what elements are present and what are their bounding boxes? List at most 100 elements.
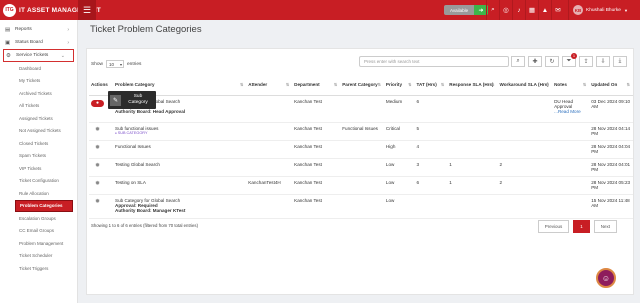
filter-button[interactable]: ⏷ 1 xyxy=(562,53,577,67)
parent-cell xyxy=(340,140,384,159)
parent-cell xyxy=(340,194,384,219)
read-more-link[interactable]: ...Read More xyxy=(554,109,587,114)
sidebar-subitem[interactable]: Problem Management xyxy=(0,237,77,250)
sidebar-subitem[interactable]: CC Email Groups xyxy=(0,225,77,238)
sidebar-item-service-tickets[interactable]: ⚙ Service Tickets ⌄ xyxy=(3,49,74,62)
actions-cell: ✹ xyxy=(89,194,114,219)
gear-icon[interactable]: ✹ xyxy=(95,127,100,133)
gear-icon[interactable]: ✹ xyxy=(95,181,100,187)
table-header-row: Actions Problem Category ⇅ Attender ⇅ Depa… xyxy=(89,75,633,96)
table-row: ✹ Sub functional issuesSUB CATEGORY Kanc… xyxy=(89,122,633,141)
sidebar-subitem[interactable]: Ticket Configuration xyxy=(0,175,77,188)
column-header[interactable]: Response SLA (Hrs) ⇅ xyxy=(447,75,498,96)
response-cell xyxy=(447,122,498,141)
previous-button[interactable]: Previous xyxy=(537,220,570,233)
sidebar-subitem[interactable]: Closed Tickets xyxy=(0,137,77,150)
next-button[interactable]: Next xyxy=(593,220,617,233)
sidebar-item-status-board[interactable]: ▣ Status Board › xyxy=(0,36,77,49)
parent-cell xyxy=(340,158,384,177)
menu-toggle-icon[interactable]: ☰ xyxy=(78,0,96,20)
chat-icon[interactable]: ✉ xyxy=(551,0,564,20)
response-cell xyxy=(447,194,498,219)
page-button-current[interactable]: 1 xyxy=(573,220,590,233)
table-row: ✹ Testing on SLA KanchanTest4H Kanchan T… xyxy=(89,176,633,195)
sidebar-subitem-active[interactable]: Problem Categories xyxy=(15,199,73,212)
column-header[interactable]: Priority ⇅ xyxy=(383,75,415,96)
edit-icon[interactable]: ✎ xyxy=(110,94,121,106)
calendar-icon[interactable]: ▦ xyxy=(525,0,538,20)
sidebar-subitem[interactable]: Spam Tickets xyxy=(0,150,77,163)
actions-cell: ✹ xyxy=(89,176,114,195)
sidebar-subitem[interactable]: Escalation Groups xyxy=(0,212,77,225)
attender-cell xyxy=(246,122,293,141)
sort-icon: ⇅ xyxy=(333,82,338,87)
action-toggle-icon[interactable]: ● xyxy=(91,99,104,107)
chat-assistant-icon[interactable]: ☺ xyxy=(596,268,616,288)
chevron-right-icon: › xyxy=(67,39,69,46)
table-info: Showing 1 to 6 of 6 entries (filtered fr… xyxy=(91,223,198,228)
sub-category-action[interactable]: Sub Category xyxy=(124,94,152,106)
add-button[interactable]: ✚ xyxy=(528,56,542,67)
column-header-label: TAT (Hrs) xyxy=(416,82,437,88)
workaround-cell: 2 xyxy=(497,158,553,177)
gear-icon[interactable]: ✹ xyxy=(95,199,100,205)
sidebar-subitem[interactable]: Rule Allocation xyxy=(0,187,77,200)
problem-categories-table: Actions Problem Category ⇅ Attender ⇅ Depa… xyxy=(89,75,633,219)
column-header[interactable]: Attender ⇅ xyxy=(246,75,293,96)
availability-label: Available xyxy=(450,7,469,13)
updated-cell: 15 Nov 2024 11:48 AM xyxy=(589,194,633,219)
content-card: Show 10 ▾ entries Press enter with search… xyxy=(86,48,634,295)
column-header[interactable]: Workaround SLA (Hrs) ⇅ xyxy=(497,75,553,96)
tat-cell: 5 xyxy=(414,122,448,141)
action-popup: ✎ Sub Category xyxy=(108,91,156,109)
sidebar-subitem[interactable]: My Tickets xyxy=(0,75,77,88)
download-button[interactable]: ⇩ xyxy=(596,56,610,67)
sidebar-item-label: Status Board xyxy=(15,40,43,45)
category-cell: Sub Category for Global SearchApproval: … xyxy=(113,194,247,219)
toolbar-buttons: ⌕ ✚ ↻ ⏷ 1 ⇪ ⇩ ⤓ xyxy=(511,53,627,67)
actions-cell: ✹ xyxy=(89,140,114,159)
sidebar-item-reports[interactable]: ▤ Reports › xyxy=(0,23,77,36)
column-header[interactable]: Parent Category ⇅ xyxy=(340,75,384,96)
sidebar-subitem[interactable]: Archived Tickets xyxy=(0,87,77,100)
sidebar-subitem[interactable]: Not Assigned Tickets xyxy=(0,125,77,138)
notes-cell xyxy=(552,140,590,159)
target-icon[interactable]: ◎ xyxy=(499,0,512,20)
sidebar-subitem[interactable]: Assigned Tickets xyxy=(0,112,77,125)
parent-cell: Functional Issues xyxy=(340,122,384,141)
column-header[interactable]: Updated On ⇅ xyxy=(589,75,633,96)
user-menu[interactable]: KB Khushali Bhurke ▼ xyxy=(568,0,640,20)
export-button[interactable]: ⤓ xyxy=(613,56,627,67)
category-cell: Testing on SLA xyxy=(113,176,247,195)
search-button[interactable]: ⌕ xyxy=(511,56,525,67)
search-icon[interactable]: ⌕ xyxy=(486,0,499,20)
department-cell: Kanchan Test xyxy=(292,194,341,219)
workaround-cell xyxy=(497,95,553,123)
sidebar-subitem[interactable]: Dashboard xyxy=(0,62,77,75)
actions-cell: ✹ xyxy=(89,158,114,177)
filter-icon: ⏷ xyxy=(566,58,572,64)
bell-icon[interactable]: ♪ xyxy=(512,0,525,20)
search-input[interactable]: Press enter with search text xyxy=(359,56,509,67)
column-header[interactable]: TAT (Hrs) ⇅ xyxy=(414,75,448,96)
gear-icon[interactable]: ✹ xyxy=(95,145,100,151)
sort-icon: ⇅ xyxy=(491,82,495,87)
sidebar-subitem[interactable]: VIP Tickets xyxy=(0,162,77,175)
tat-cell xyxy=(414,194,448,219)
tat-cell: 4 xyxy=(414,140,448,159)
gear-icon[interactable]: ✹ xyxy=(95,163,100,169)
sidebar-subitem[interactable]: Ticket Scheduler xyxy=(0,250,77,263)
sidebar-subitem[interactable]: All Tickets xyxy=(0,100,77,113)
availability-toggle[interactable]: Available ➜ xyxy=(444,5,488,15)
refresh-button[interactable]: ↻ xyxy=(545,56,559,67)
column-header-label: Priority xyxy=(385,82,403,88)
upload-button[interactable]: ⇪ xyxy=(579,56,593,67)
avatar: KB xyxy=(573,5,583,15)
column-header[interactable]: Notes ⇅ xyxy=(552,75,590,96)
sidebar-subitem[interactable]: Ticket Triggers xyxy=(0,262,77,275)
sidebar: ▤ Reports › ▣ Status Board › ⚙ Service T… xyxy=(0,20,78,303)
column-header[interactable]: Department ⇅ xyxy=(292,75,341,96)
priority-cell: High xyxy=(383,140,415,159)
alert-icon[interactable]: ▲ xyxy=(538,0,551,20)
entries-select[interactable]: 10 ▾ xyxy=(106,60,124,68)
